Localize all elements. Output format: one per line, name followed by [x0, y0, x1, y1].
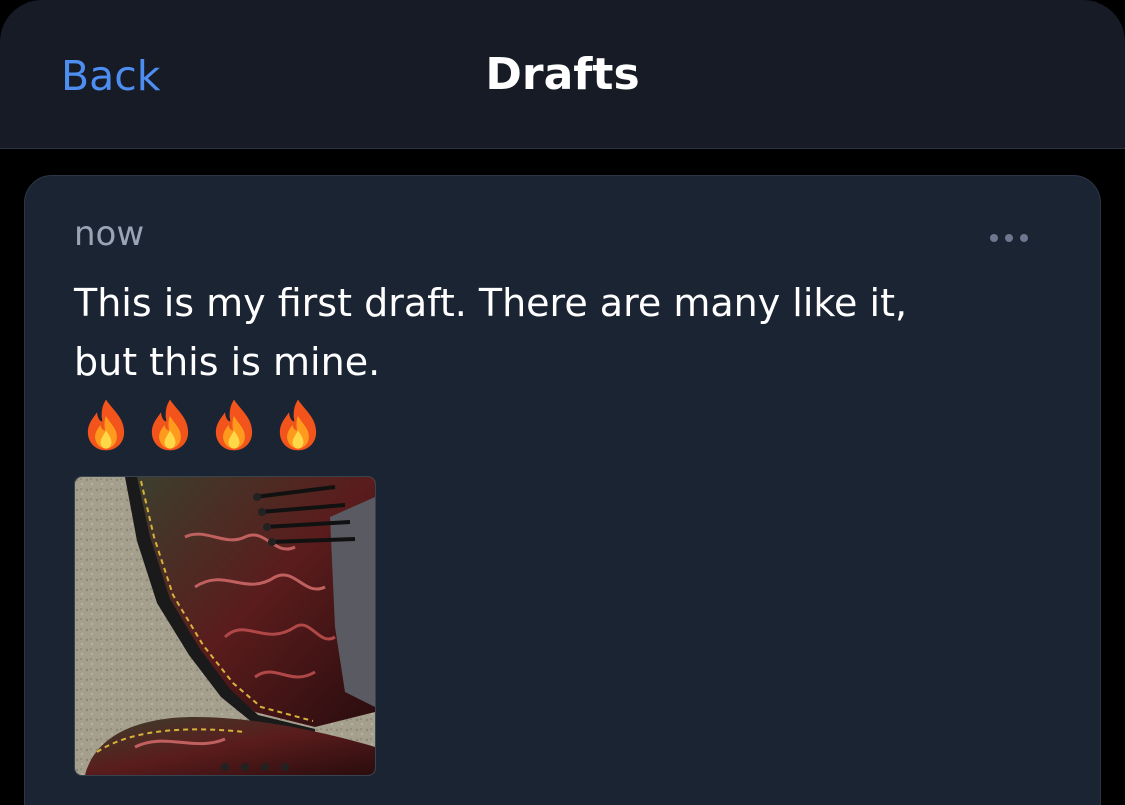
draft-timestamp: now	[74, 214, 145, 254]
draft-text: This is my first draft. There are many l…	[74, 281, 908, 384]
boot-photo	[75, 477, 375, 775]
fire-emoji	[151, 399, 189, 451]
ellipsis-icon	[990, 234, 998, 242]
more-options-button[interactable]	[990, 234, 1028, 242]
nav-header: Back Drafts	[0, 0, 1125, 149]
drafts-screen: Back Drafts now This is my first draft. …	[0, 0, 1125, 805]
emoji-row	[77, 396, 327, 456]
fire-emoji	[215, 399, 253, 451]
attachment-thumbnail[interactable]	[74, 476, 376, 776]
page-title: Drafts	[485, 49, 640, 100]
ellipsis-icon	[1020, 234, 1028, 242]
ellipsis-icon	[1005, 234, 1013, 242]
draft-card[interactable]: now This is my first draft. There are ma…	[24, 175, 1101, 805]
fire-emoji	[87, 399, 125, 451]
fire-emoji	[279, 399, 317, 451]
